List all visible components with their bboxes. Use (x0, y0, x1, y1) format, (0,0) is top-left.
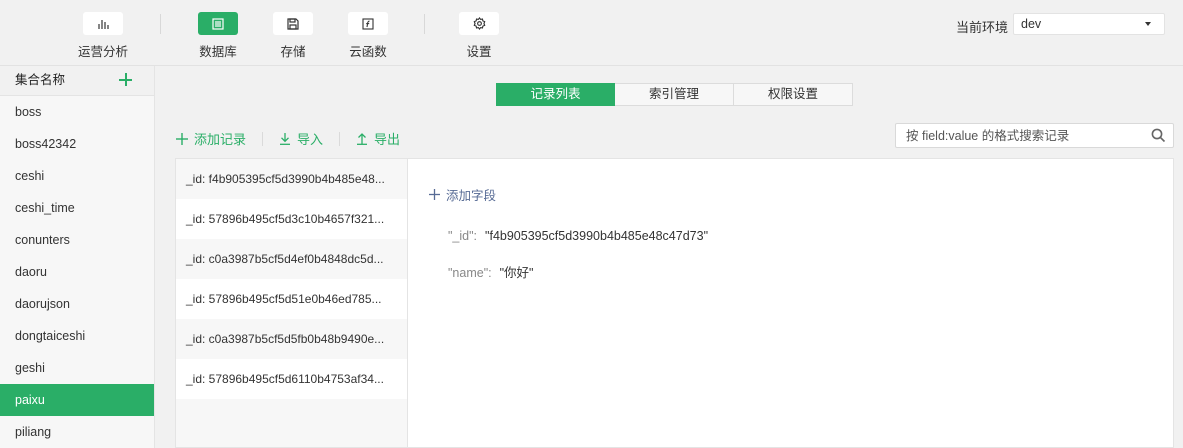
import-button[interactable]: 导入 (279, 129, 323, 148)
import-label: 导入 (297, 132, 324, 147)
add-record-button[interactable]: 添加记录 (176, 129, 246, 148)
tool-settings[interactable]: 设置 (439, 12, 519, 60)
sidebar-item-daoru[interactable]: daoru (0, 256, 154, 288)
field-value: "你好" (499, 266, 534, 280)
sidebar-title: 集合名称 (15, 73, 66, 87)
sidebar-item-boss42342[interactable]: boss42342 (0, 128, 154, 160)
sidebar-item-ceshi[interactable]: ceshi (0, 160, 154, 192)
field-key: "_id": (448, 229, 478, 243)
tab-index-management[interactable]: 索引管理 (615, 83, 734, 106)
sidebar-item-daorujson[interactable]: daorujson (0, 288, 154, 320)
environment-value: dev (1021, 17, 1042, 31)
tool-analytics[interactable]: 运营分析 (63, 12, 143, 60)
toolbar-divider (160, 14, 161, 34)
action-divider (262, 131, 264, 146)
download-icon (280, 132, 291, 145)
sidebar-item-geshi[interactable]: geshi (0, 352, 154, 384)
tab-permission-settings[interactable]: 权限设置 (734, 83, 853, 106)
sidebar-item-conunters[interactable]: conunters (0, 224, 154, 256)
tool-database[interactable]: 数据库 (178, 12, 258, 60)
record-list: _id: f4b905395cf5d3990b4b485e48... _id: … (175, 158, 407, 448)
record-detail: 添加字段 "_id": "f4b905395cf5d3990b4b485e48c4… (407, 158, 1174, 448)
field-row-id[interactable]: "_id": "f4b905395cf5d3990b4b485e48c47d73" (448, 229, 708, 243)
add-collection-icon[interactable] (119, 73, 132, 86)
sidebar-item-ceshi-time[interactable]: ceshi_time (0, 192, 154, 224)
record-row[interactable]: _id: f4b905395cf5d3990b4b485e48... (176, 159, 407, 199)
sidebar-item-piliang[interactable]: piliang (0, 416, 154, 448)
upload-icon (357, 132, 368, 145)
add-field-label: 添加字段 (446, 189, 497, 203)
add-record-label: 添加记录 (194, 132, 247, 147)
caret-down-icon (1145, 22, 1151, 26)
action-divider (339, 131, 341, 146)
environment-select[interactable]: dev (1013, 13, 1165, 35)
plus-icon (176, 132, 188, 145)
record-row[interactable]: _id: c0a3987b5cf5d4ef0b4848dc5d... (176, 239, 407, 279)
plus-icon (429, 189, 440, 200)
tool-label: 运营分析 (77, 45, 128, 59)
tool-label: 存储 (280, 45, 306, 59)
collection-sidebar: 集合名称 boss boss42342 ceshi ceshi_time con… (0, 66, 155, 448)
record-row[interactable]: _id: 57896b495cf5d51e0b46ed785... (176, 279, 407, 319)
field-row-name[interactable]: "name": "你好" (448, 262, 534, 281)
tool-label: 设置 (466, 45, 492, 59)
sidebar-item-dongtaiceshi[interactable]: dongtaiceshi (0, 320, 154, 352)
tool-label: 云函数 (349, 45, 387, 59)
record-row[interactable]: _id: c0a3987b5cf5d5fb0b48b9490e... (176, 319, 407, 359)
save-icon (273, 12, 313, 35)
view-tabs: 记录列表 索引管理 权限设置 (496, 83, 853, 106)
top-toolbar: 运营分析 数据库 存储 云函数 设置 当前环境 dev (0, 0, 1183, 66)
tool-cloud-function[interactable]: 云函数 (328, 12, 408, 60)
database-icon (198, 12, 238, 35)
function-icon (348, 12, 388, 35)
gear-icon (459, 12, 499, 35)
record-actions: 添加记录 导入 导出 (176, 129, 400, 148)
tool-storage[interactable]: 存储 (253, 12, 333, 60)
tool-label: 数据库 (199, 45, 237, 59)
record-row[interactable]: _id: 57896b495cf5d6110b4753af34... (176, 359, 407, 399)
sidebar-item-boss[interactable]: boss (0, 96, 154, 128)
bar-chart-icon (83, 12, 123, 35)
sidebar-header: 集合名称 (0, 66, 154, 96)
sidebar-item-paixu[interactable]: paixu (0, 384, 154, 416)
environment-label: 当前环境 (956, 20, 1009, 35)
search-icon[interactable] (1151, 128, 1166, 143)
toolbar-divider (424, 14, 425, 34)
export-label: 导出 (374, 132, 401, 147)
export-button[interactable]: 导出 (356, 129, 400, 148)
record-search (895, 123, 1174, 148)
field-value: "f4b905395cf5d3990b4b485e48c47d73" (485, 229, 709, 243)
tab-record-list[interactable]: 记录列表 (496, 83, 615, 106)
search-input[interactable] (896, 124, 1136, 147)
record-row[interactable]: _id: 57896b495cf5d3c10b4657f321... (176, 199, 407, 239)
add-field-button[interactable]: 添加字段 (429, 185, 496, 204)
field-key: "name": (448, 266, 492, 280)
